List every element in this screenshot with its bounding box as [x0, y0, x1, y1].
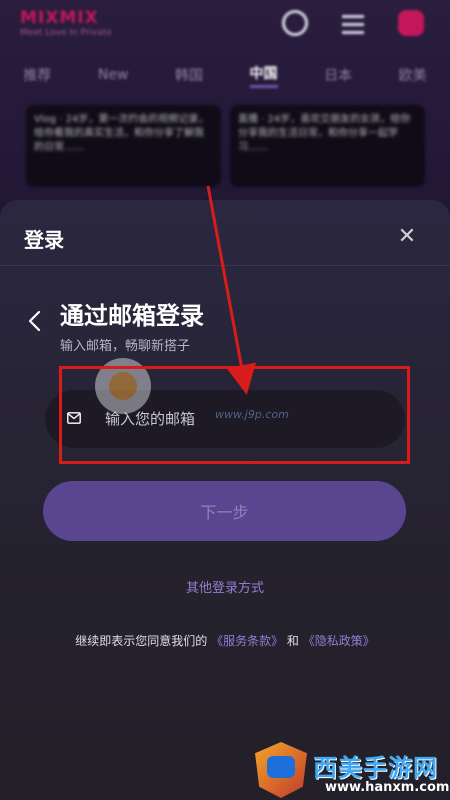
modal-title: 登录	[24, 228, 64, 252]
modal-header: 登录 ✕	[0, 200, 450, 266]
next-button[interactable]: 下一步	[43, 481, 406, 541]
calendar-icon	[398, 10, 424, 36]
chevron-left-icon	[28, 310, 41, 332]
terms-notice: 继续即表示您同意我们的 《服务条款》 和 《隐私政策》	[0, 632, 450, 649]
tab-new: New	[97, 67, 129, 83]
back-button[interactable]	[22, 308, 48, 334]
terms-of-service-link[interactable]: 《服务条款》	[211, 634, 283, 648]
close-button[interactable]: ✕	[392, 222, 422, 252]
page-subheading: 输入邮箱，畅聊新搭子	[60, 339, 191, 354]
tab-japan: 日本	[324, 68, 353, 84]
close-icon: ✕	[397, 224, 417, 249]
email-input[interactable]	[105, 390, 385, 448]
tab-china: 中国	[249, 63, 278, 88]
email-field[interactable]	[45, 390, 405, 448]
privacy-policy-link[interactable]: 《隐私政策》	[303, 634, 375, 648]
menu-icon	[340, 10, 366, 36]
mail-icon	[67, 412, 81, 424]
tab-recommend: 推荐	[23, 68, 52, 84]
search-icon	[282, 10, 308, 36]
app-slogan: Meet Love In Private	[20, 28, 112, 38]
terms-prefix: 继续即表示您同意我们的	[75, 634, 208, 648]
background-header: MIXMIX Meet Love In Private 推荐 New 韩国 中国…	[0, 0, 450, 100]
page-heading: 通过邮箱登录	[60, 302, 204, 330]
app-logo: MIXMIX	[20, 8, 99, 28]
tab-korea: 韩国	[174, 68, 203, 84]
tab-west: 欧美	[398, 68, 427, 84]
login-modal: 登录 ✕ 通过邮箱登录 输入邮箱，畅聊新搭子 下一步 其他登录方式 继续即表示您…	[0, 200, 450, 800]
other-login-link[interactable]: 其他登录方式	[0, 577, 450, 596]
background-card: Vlog · 24岁，第一次约会的视频记录，给你看我的真实生活，和你分享了解我的…	[26, 105, 221, 187]
background-card: 直播 · 24岁，喜欢交朋友的女孩，给你分享我的生活日常，和你分享一起学习……	[230, 105, 425, 187]
terms-conjunction: 和	[286, 634, 299, 648]
background-tabs: 推荐 New 韩国 中国 日本 欧美	[0, 60, 450, 90]
